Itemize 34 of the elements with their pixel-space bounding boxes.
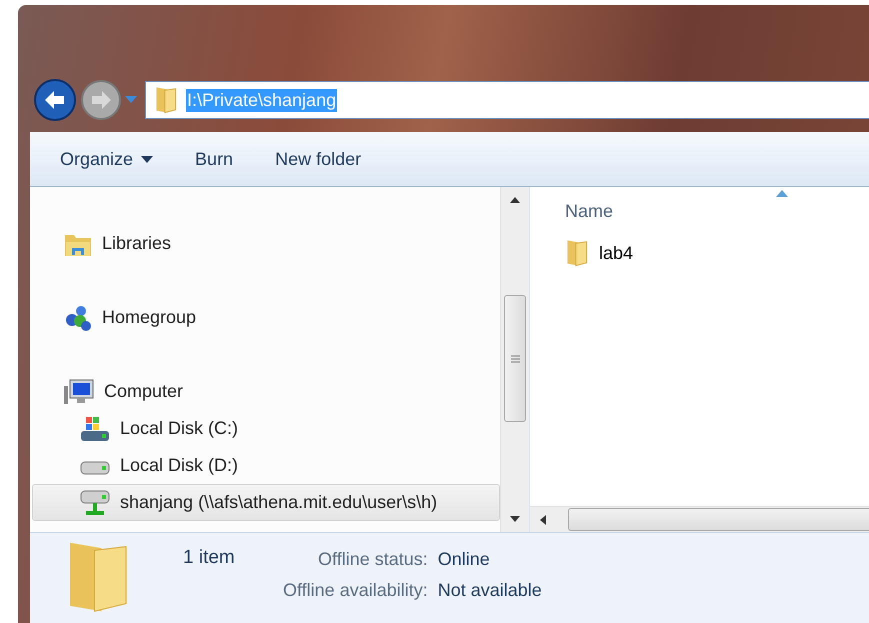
column-header[interactable]: Name — [565, 199, 765, 223]
caret-icon — [125, 96, 137, 104]
detail-label: Offline status: — [317, 549, 428, 570]
toolbar-button[interactable]: New folder — [265, 142, 372, 176]
address-path: I:\Private\shanjang — [186, 88, 338, 112]
navigation-item[interactable]: shanjang (\\afs\athena.mit.edu\user\s\h) — [32, 484, 500, 521]
navigation-item[interactable]: Libraries — [30, 225, 500, 262]
toolbar-button[interactable]: Burn — [185, 142, 244, 176]
scroll-thumb[interactable] — [568, 508, 869, 531]
computer-icon — [64, 378, 94, 406]
navigation-item[interactable]: Local Disk (C:) — [30, 410, 500, 447]
file-item[interactable]: lab4 — [565, 239, 869, 267]
scroll-left-icon[interactable] — [540, 514, 546, 524]
detail-value: Online — [438, 549, 491, 570]
navigation-item[interactable]: Computer — [30, 373, 500, 410]
vertical-scrollbar[interactable] — [500, 187, 529, 532]
detail-label: Offline availability: — [283, 580, 428, 601]
network-drive-icon — [80, 488, 110, 516]
navigation-item[interactable]: Homegroup — [30, 299, 500, 336]
scroll-thumb[interactable] — [504, 295, 526, 422]
scroll-up-icon[interactable] — [510, 197, 520, 203]
horizontal-scrollbar[interactable] — [530, 506, 869, 532]
homegroup-icon — [64, 304, 92, 332]
forward-button[interactable] — [79, 78, 123, 122]
caret-icon — [141, 156, 154, 162]
navigation-item[interactable]: Local Disk (D:) — [30, 447, 500, 484]
item-count: 1 item — [183, 547, 236, 570]
scroll-down-icon[interactable] — [510, 516, 520, 522]
detail-value: Not available — [438, 580, 542, 601]
organize-menu[interactable]: Organize — [50, 142, 164, 176]
system-drive-icon — [80, 414, 110, 442]
folder-icon — [154, 86, 178, 114]
back-button[interactable] — [33, 78, 77, 122]
folder-icon — [565, 239, 589, 267]
